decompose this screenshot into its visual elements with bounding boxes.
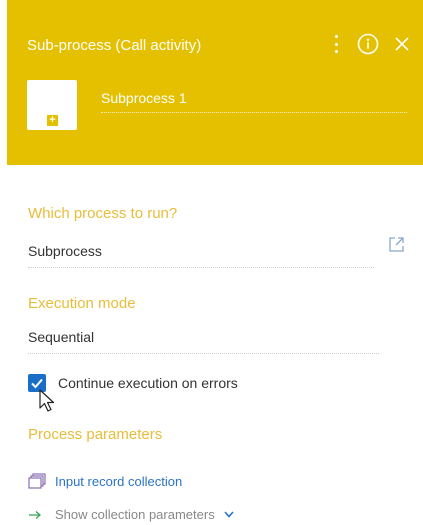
continue-on-errors-row: Continue execution on errors: [28, 374, 238, 392]
more-vertical-icon[interactable]: [331, 33, 341, 55]
element-icon-box: +: [27, 80, 77, 130]
continue-on-errors-checkbox[interactable]: [28, 374, 46, 392]
info-icon[interactable]: [357, 33, 379, 55]
chevron-down-icon[interactable]: [224, 511, 234, 518]
continue-on-errors-label: Continue execution on errors: [58, 375, 238, 391]
close-icon[interactable]: [395, 37, 409, 51]
input-collection-row: Input record collection: [28, 473, 182, 489]
execution-mode-field[interactable]: Sequential: [28, 329, 379, 354]
panel-title: Sub-process (Call activity): [27, 37, 202, 54]
show-parameters-row[interactable]: Show collection parameters: [28, 507, 234, 522]
header-actions: [331, 33, 409, 55]
process-element-panel: Sub-process (Call activity) + Subprocess…: [0, 0, 423, 525]
execution-mode-label: Execution mode: [28, 295, 136, 312]
collection-icon: [28, 473, 46, 489]
check-icon: [31, 378, 43, 389]
input-record-collection-link[interactable]: Input record collection: [55, 474, 182, 489]
show-collection-parameters-link[interactable]: Show collection parameters: [55, 507, 215, 522]
process-to-run-field[interactable]: Subprocess: [28, 243, 374, 268]
open-in-new-icon[interactable]: [388, 236, 405, 253]
process-parameters-label: Process parameters: [28, 426, 163, 443]
panel-header: Sub-process (Call activity) + Subprocess…: [7, 0, 423, 165]
arrow-right-icon: [29, 510, 41, 519]
plus-icon: +: [47, 115, 58, 126]
element-name-input[interactable]: Subprocess 1: [101, 90, 407, 113]
process-to-run-label: Which process to run?: [28, 205, 178, 222]
